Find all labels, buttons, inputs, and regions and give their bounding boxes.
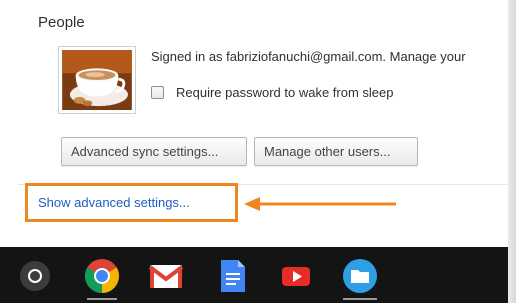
launcher-icon[interactable] [20, 261, 50, 291]
window-edge [508, 0, 516, 303]
coffee-cup-image [62, 50, 132, 110]
settings-panel: People Signed in as fabriziofanuchi@gmai… [0, 0, 508, 247]
require-password-row[interactable]: Require password to wake from sleep [151, 83, 394, 101]
files-running-indicator [343, 298, 377, 300]
chrome-running-indicator [87, 298, 117, 300]
youtube-icon[interactable] [276, 256, 316, 296]
chrome-icon[interactable] [82, 256, 122, 296]
advanced-sync-settings-button[interactable]: Advanced sync settings... [61, 137, 247, 166]
files-icon[interactable] [340, 256, 380, 296]
require-password-checkbox[interactable] [151, 85, 164, 99]
shelf [0, 247, 508, 303]
pointer-arrow [244, 197, 396, 211]
signed-in-text: Signed in as fabriziofanuchi@gmail.com. … [151, 49, 466, 64]
gmail-icon[interactable] [146, 256, 186, 296]
highlight-box [25, 183, 238, 222]
docs-icon[interactable] [212, 256, 252, 296]
manage-other-users-button[interactable]: Manage other users... [254, 137, 418, 166]
profile-avatar[interactable] [58, 46, 136, 114]
require-password-label[interactable]: Require password to wake from sleep [176, 85, 394, 100]
section-title-people: People [38, 14, 85, 31]
